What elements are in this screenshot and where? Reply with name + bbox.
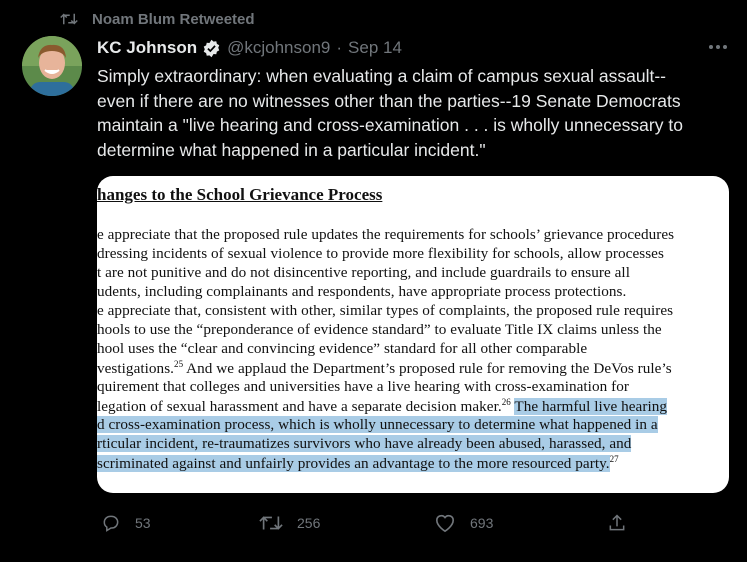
highlighted-text: scriminated against and unfairly provide…: [97, 455, 610, 473]
document-line: hools to use the “preponderance of evide…: [97, 321, 662, 338]
document-line: quirement that colleges and universities…: [97, 378, 629, 395]
author-handle[interactable]: @kcjohnson9: [227, 38, 330, 58]
tweet-text-line: maintain a "live hearing and cross-exami…: [97, 115, 683, 135]
document-line: e appreciate that the proposed rule upda…: [97, 226, 675, 243]
tweet-text-line: Simply extraordinary: when evaluating a …: [97, 66, 667, 86]
document-text: legation of sexual harassment and have a…: [97, 398, 502, 416]
document-line: e appreciate that, consistent with other…: [97, 302, 674, 319]
document-line: t are not punitive and do not disincenti…: [97, 264, 630, 281]
retweeted-by-label: Noam Blum Retweeted: [92, 10, 255, 28]
heart-icon: [435, 514, 455, 533]
tweet-image[interactable]: hanges to the School Grievance Process e…: [97, 176, 729, 493]
author-name[interactable]: KC Johnson: [97, 38, 197, 58]
tweet-text-line: even if there are no witnesses other tha…: [97, 90, 681, 111]
share-icon: [609, 514, 625, 531]
reply-count: 53: [135, 515, 151, 531]
document-excerpt: hanges to the School Grievance Process e…: [97, 176, 729, 493]
like-button[interactable]: 693: [434, 510, 493, 536]
retweet-button[interactable]: 256: [259, 510, 320, 536]
footnote-marker: 25: [174, 359, 184, 369]
tweet-text-line: determine what happened in a particular …: [97, 139, 486, 160]
document-line: vestigations.25 And we applaud the Depar…: [97, 359, 672, 378]
document-line: scriminated against and unfairly provide…: [97, 454, 619, 473]
document-line: rticular incident, re-traumatizes surviv…: [97, 435, 632, 453]
reply-button[interactable]: 53: [101, 510, 151, 536]
more-options-button[interactable]: [706, 36, 730, 58]
avatar[interactable]: [22, 36, 82, 96]
tweet-text: Simply extraordinary: when evaluating a …: [97, 64, 737, 162]
reply-icon: [103, 515, 119, 532]
tweet-header: KC Johnson @kcjohnson9 · Sep 14: [97, 36, 402, 60]
highlighted-text: rticular incident, re-traumatizes surviv…: [97, 435, 632, 452]
retweeted-by-line[interactable]: Noam Blum Retweeted: [60, 8, 255, 30]
retweet-count: 256: [297, 515, 321, 531]
tweet-date[interactable]: Sep 14: [348, 38, 402, 58]
share-button[interactable]: [607, 510, 627, 536]
document-text: vestigations.: [97, 360, 175, 378]
document-heading: hanges to the School Grievance Process: [97, 185, 383, 204]
like-count: 693: [470, 515, 494, 531]
separator-dot: ·: [336, 38, 343, 57]
document-line: d cross-examination process, which is wh…: [97, 416, 658, 434]
document-line: hool uses the “clear and convincing evid…: [97, 340, 588, 357]
retweet-icon: [60, 13, 78, 25]
retweet-icon: [259, 516, 283, 530]
document-text: And we applaud the Department’s proposed…: [183, 360, 672, 378]
highlighted-text: d cross-examination process, which is wh…: [97, 416, 658, 433]
document-line: legation of sexual harassment and have a…: [97, 397, 667, 416]
highlighted-text: The harmful live hearing: [514, 398, 667, 416]
verified-badge-icon: [202, 39, 221, 58]
tweet-actions: 53 256 693: [97, 510, 737, 536]
footnote-marker: 26: [501, 397, 511, 407]
more-options-icon: [709, 45, 727, 49]
document-line: udents, including complainants and respo…: [97, 283, 627, 300]
footnote-marker: 27: [609, 454, 619, 464]
document-line: dressing incidents of sexual violence to…: [97, 245, 664, 262]
